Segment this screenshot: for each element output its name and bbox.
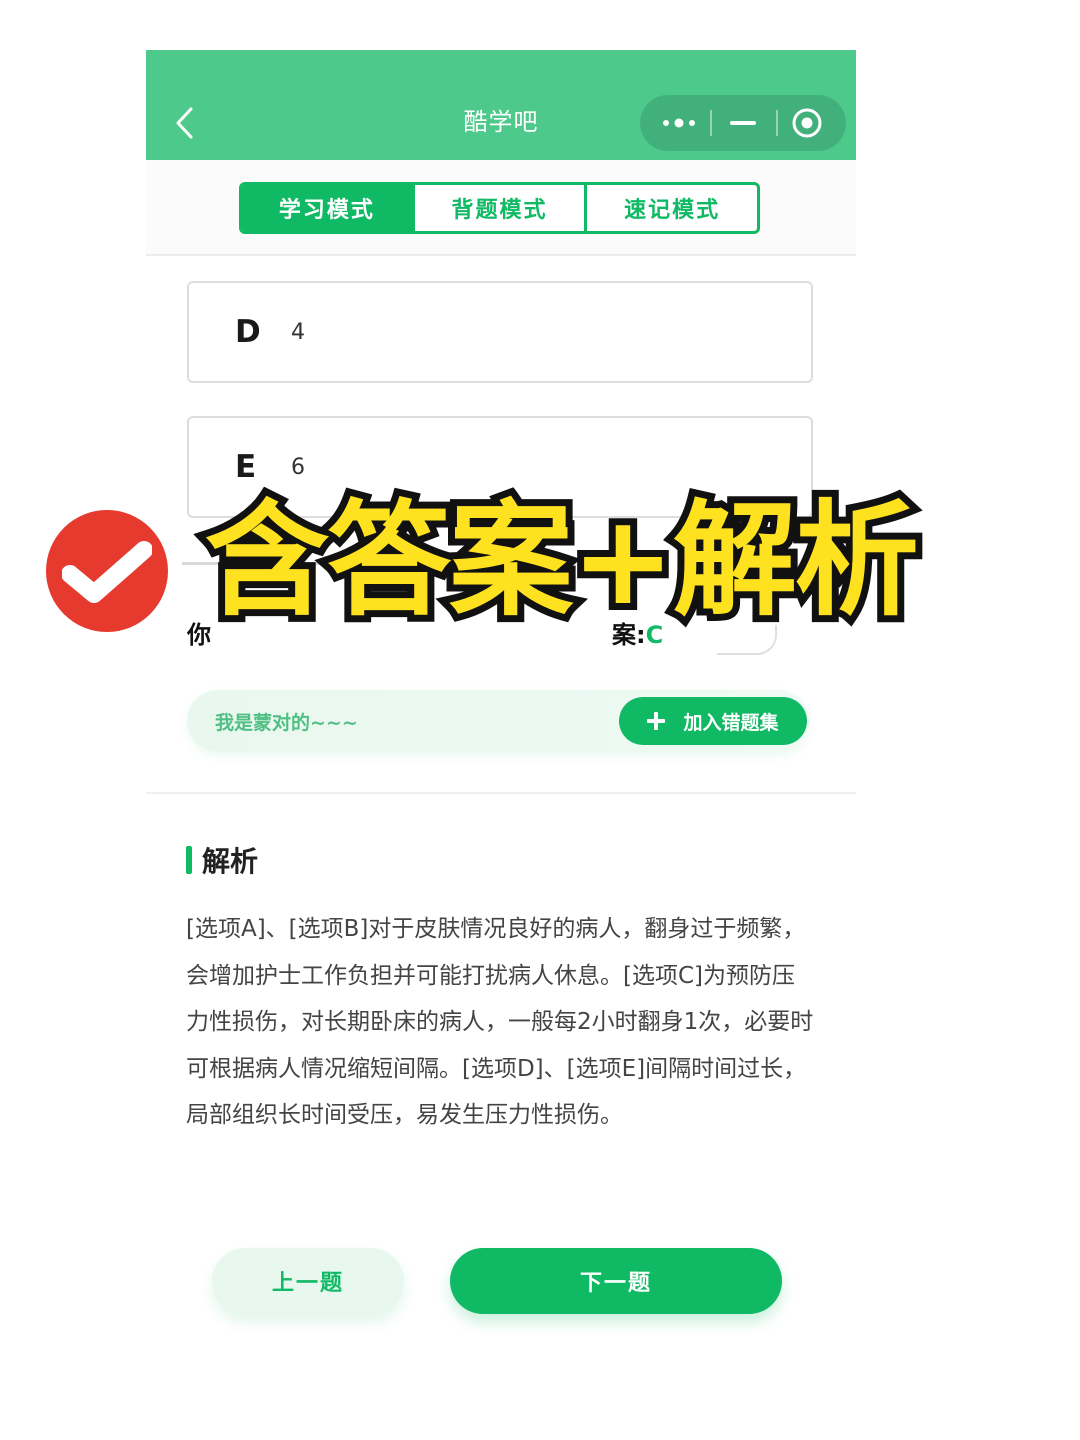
accent-bar <box>186 846 192 874</box>
divider <box>146 792 856 794</box>
option-text: 4 <box>291 319 305 345</box>
plus-icon <box>647 712 666 730</box>
note-text: 我是蒙对的~~~ <box>215 712 358 734</box>
tab-quick-memo-mode[interactable]: 速记模式 <box>584 185 757 231</box>
capsule-menu <box>640 95 846 151</box>
promo-overlay-text: 含答案+解析 <box>198 482 926 640</box>
more-button[interactable] <box>648 95 710 151</box>
option-text: 6 <box>291 454 305 480</box>
tab-recite-mode[interactable]: 背题模式 <box>411 185 585 231</box>
phone-screen: 酷学吧 学习模式 背题模式 速记模式 D 4 E 6 你 案:C 我是蒙对的~~… <box>146 50 856 1380</box>
mini-program-header: 酷学吧 <box>146 50 856 160</box>
option-letter: D <box>235 314 261 350</box>
checkmark-icon <box>62 541 152 603</box>
tab-study-mode[interactable]: 学习模式 <box>242 185 412 231</box>
next-question-button[interactable]: 下一题 <box>450 1248 782 1314</box>
target-close-icon <box>792 108 822 138</box>
analysis-header: 解析 <box>186 840 258 880</box>
prev-question-button[interactable]: 上一题 <box>212 1248 404 1314</box>
mode-tabs: 学习模式 背题模式 速记模式 <box>239 182 760 234</box>
minus-icon <box>730 121 756 125</box>
close-button[interactable] <box>776 95 838 151</box>
analysis-text: [选项A]、[选项B]对于皮肤情况良好的病人，翻身过于频繁，会增加护士工作负担并… <box>186 916 814 1128</box>
add-to-wrong-set-button[interactable]: 加入错题集 <box>619 697 807 745</box>
checkmark-badge-icon <box>46 510 168 632</box>
add-to-wrong-set-label: 加入错题集 <box>683 711 779 734</box>
analysis-title: 解析 <box>202 845 259 878</box>
minimize-button[interactable] <box>710 95 776 151</box>
option-d[interactable]: D 4 <box>187 281 813 383</box>
option-letter: E <box>235 449 257 485</box>
more-dots-icon <box>663 118 695 128</box>
note-bar: 我是蒙对的~~~ 加入错题集 <box>187 690 809 752</box>
mode-tabs-bar: 学习模式 背题模式 速记模式 <box>146 160 856 256</box>
